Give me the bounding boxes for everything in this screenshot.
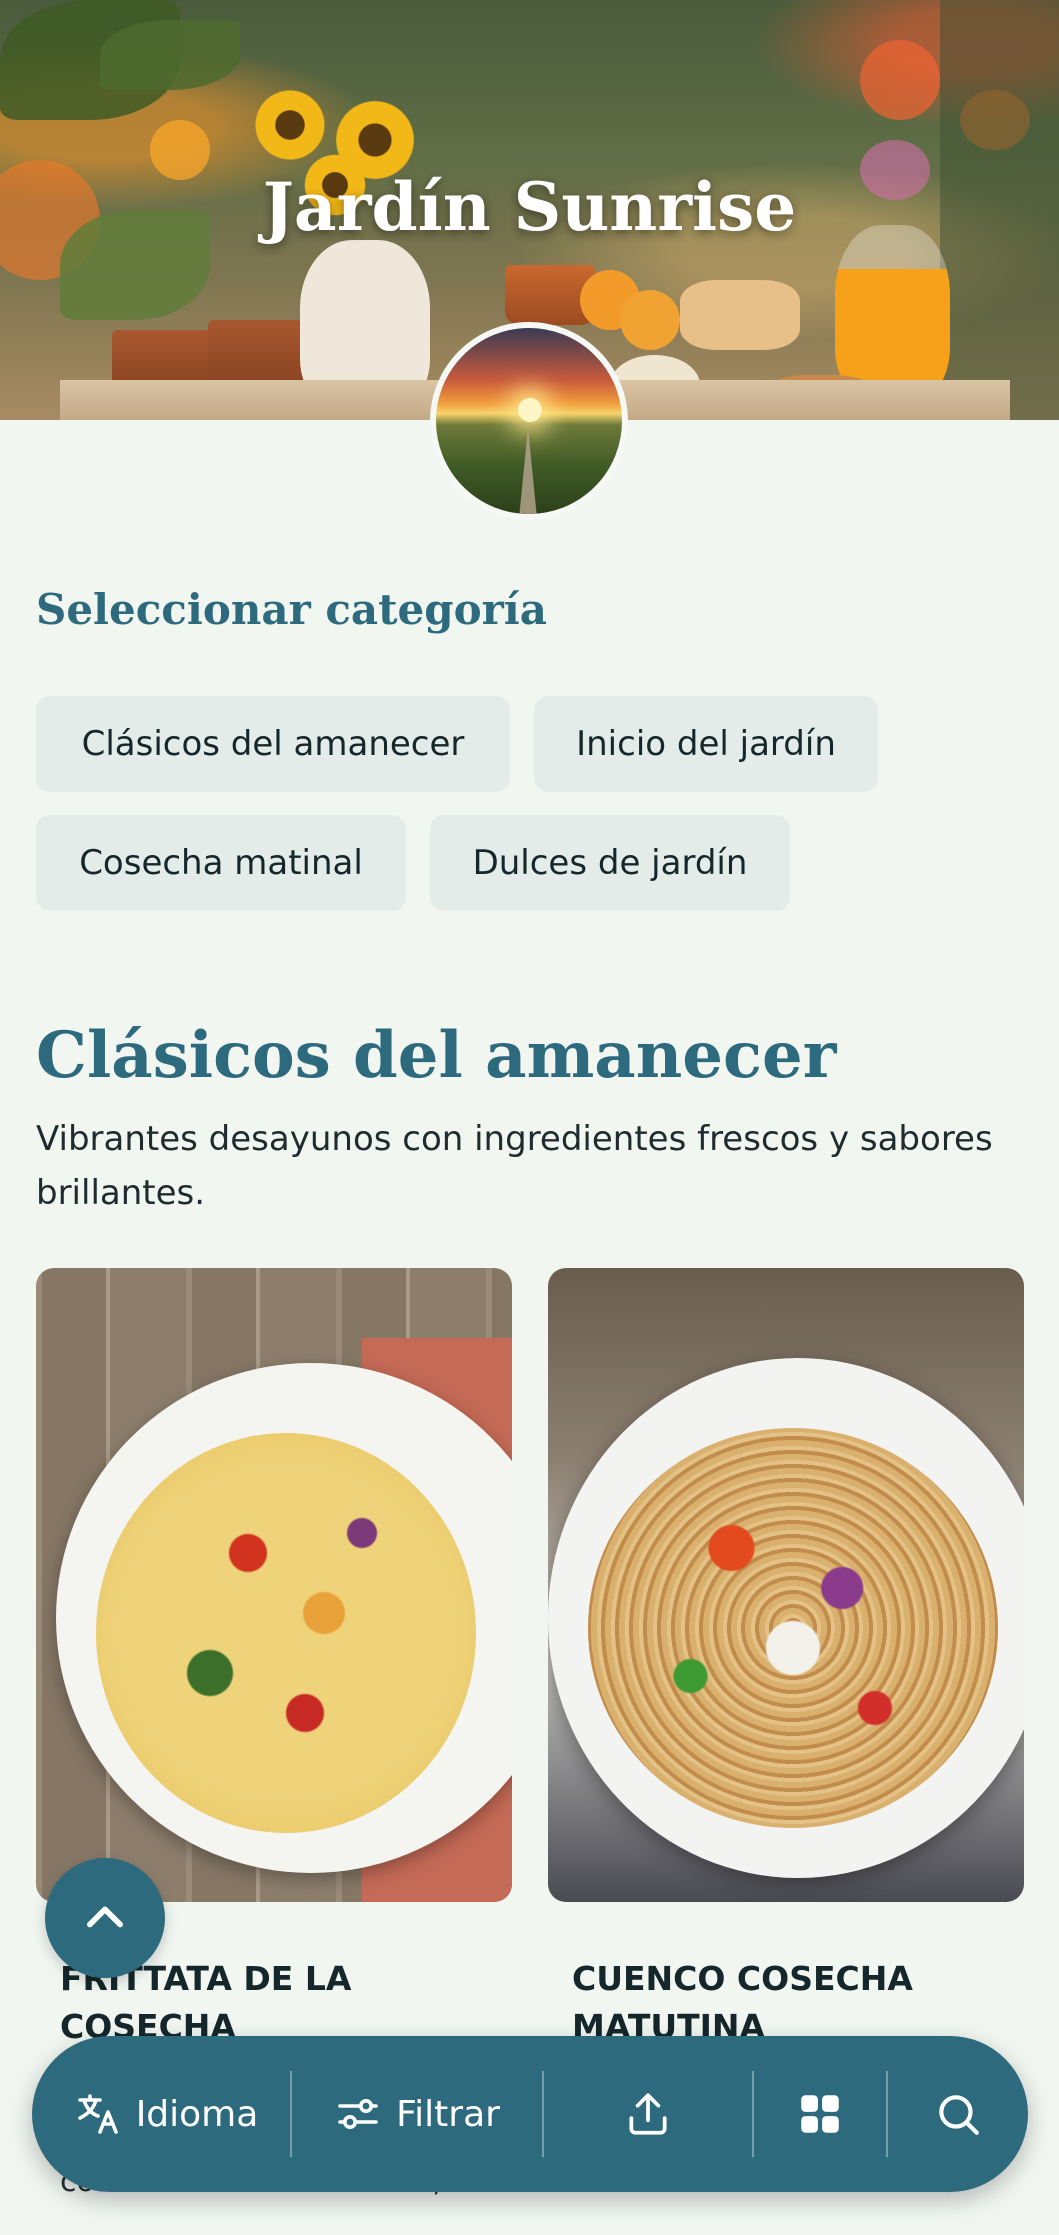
share-button[interactable] — [544, 2036, 752, 2192]
grid-icon — [801, 2095, 839, 2133]
chip-dulces-de-jardin[interactable]: Dulces de jardín — [430, 815, 790, 911]
filter-icon — [338, 2099, 378, 2129]
restaurant-avatar — [430, 322, 628, 520]
chevron-up-icon — [87, 1906, 123, 1928]
chip-clasicos-del-amanecer[interactable]: Clásicos del amanecer — [36, 696, 510, 792]
filter-button[interactable]: Filtrar — [292, 2036, 542, 2192]
hero-title: Jardín Sunrise — [262, 168, 797, 246]
filter-label: Filtrar — [396, 2093, 500, 2135]
card-image-cuenco[interactable] — [548, 1268, 1024, 1902]
translate-icon — [77, 2094, 118, 2134]
language-button[interactable]: Idioma — [32, 2036, 290, 2192]
section-title: Clásicos del amanecer — [36, 1018, 837, 1093]
card-image-frittata[interactable] — [36, 1268, 512, 1902]
chip-inicio-del-jardin[interactable]: Inicio del jardín — [534, 696, 878, 792]
section-description: Vibrantes desayunos con ingredientes fre… — [36, 1119, 993, 1213]
chip-cosecha-matinal[interactable]: Cosecha matinal — [36, 815, 406, 911]
share-icon — [629, 2093, 667, 2135]
language-label: Idioma — [135, 2093, 259, 2135]
bottom-toolbar: Idioma Filtrar — [32, 2036, 1028, 2192]
scroll-to-top-button[interactable] — [45, 1858, 165, 1978]
category-select-heading: Seleccionar categoría — [36, 585, 547, 634]
grid-view-button[interactable] — [754, 2036, 886, 2192]
search-icon — [939, 2095, 979, 2135]
search-button[interactable] — [888, 2036, 1028, 2192]
